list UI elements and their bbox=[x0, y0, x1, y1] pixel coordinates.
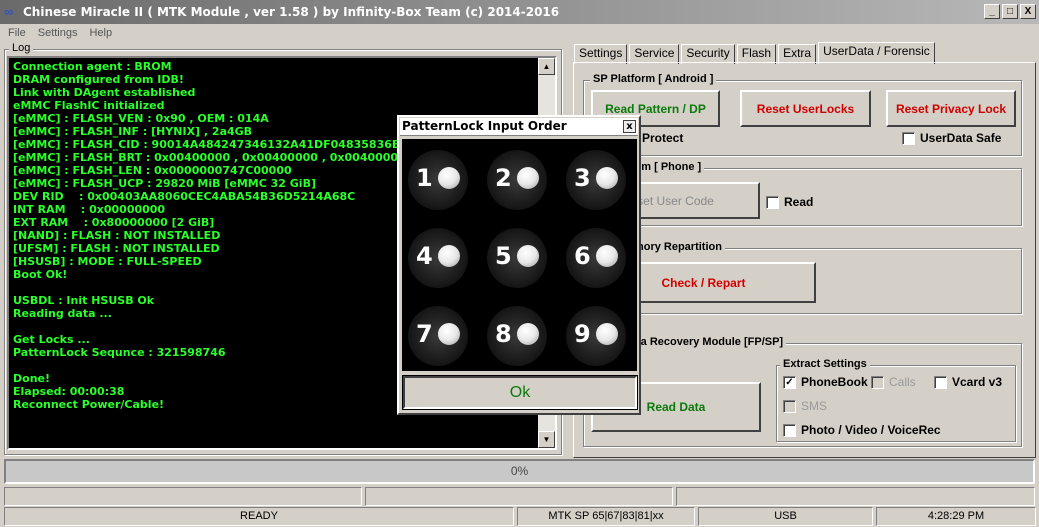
scroll-down-icon[interactable]: ▼ bbox=[538, 431, 555, 448]
pattern-node-4[interactable]: 4 bbox=[408, 228, 468, 288]
tab-service[interactable]: Service bbox=[629, 44, 680, 64]
sp-phone-label: rm [ Phone ] bbox=[634, 161, 705, 173]
tab-extra[interactable]: Extra bbox=[778, 44, 817, 64]
recovery-label: ta Recovery Module [FP/SP] bbox=[634, 336, 787, 348]
menu-help[interactable]: Help bbox=[89, 27, 112, 39]
vcard-checkbox[interactable]: Vcard v3 bbox=[934, 375, 1002, 389]
pattern-node-7[interactable]: 7 bbox=[408, 306, 468, 366]
pattern-grid: 1 2 3 4 5 6 7 8 9 bbox=[402, 139, 637, 371]
close-button[interactable]: X bbox=[1020, 4, 1036, 19]
menu-settings[interactable]: Settings bbox=[38, 27, 78, 39]
dot-icon bbox=[596, 167, 618, 189]
calls-checkbox[interactable]: Calls bbox=[871, 375, 916, 389]
sms-box[interactable] bbox=[783, 399, 796, 413]
info-panel-1 bbox=[4, 487, 362, 506]
pattern-node-2[interactable]: 2 bbox=[487, 150, 547, 210]
pattern-node-1[interactable]: 1 bbox=[408, 150, 468, 210]
minimize-button[interactable]: _ bbox=[984, 4, 1000, 19]
status-platform: MTK SP 65|67|83|81|xx bbox=[517, 507, 695, 526]
protect-label: Protect bbox=[642, 131, 684, 145]
read-box[interactable] bbox=[766, 195, 779, 209]
tab-userdata-forensic[interactable]: UserData / Forensic bbox=[818, 42, 935, 64]
maximize-button[interactable]: □ bbox=[1002, 4, 1018, 19]
phonebook-checkbox[interactable]: ✓ PhoneBook bbox=[783, 375, 868, 389]
userdata-safe-checkbox[interactable]: UserData Safe bbox=[902, 131, 1001, 145]
pattern-node-8[interactable]: 8 bbox=[487, 306, 547, 366]
extract-settings-label: Extract Settings bbox=[780, 358, 870, 370]
dot-icon bbox=[596, 245, 618, 267]
dot-icon bbox=[517, 245, 539, 267]
ok-button[interactable]: Ok bbox=[402, 375, 638, 410]
sp-android-label: SP Platform [ Android ] bbox=[590, 73, 717, 85]
phonebook-box[interactable]: ✓ bbox=[783, 375, 796, 389]
dot-icon bbox=[517, 167, 539, 189]
window-title: Chinese Miracle II ( MTK Module , ver 1.… bbox=[23, 5, 560, 19]
pattern-node-3[interactable]: 3 bbox=[566, 150, 626, 210]
info-panel-2 bbox=[365, 487, 673, 506]
pattern-node-5[interactable]: 5 bbox=[487, 228, 547, 288]
status-time: 4:28:29 PM bbox=[876, 507, 1036, 526]
dot-icon bbox=[517, 323, 539, 345]
title-bar: ∞ Chinese Miracle II ( MTK Module , ver … bbox=[0, 0, 1039, 24]
tab-flash[interactable]: Flash bbox=[736, 44, 777, 64]
dialog-title-bar: PatternLock Input Order x bbox=[400, 118, 638, 136]
calls-box[interactable] bbox=[871, 375, 884, 389]
sms-checkbox[interactable]: SMS bbox=[783, 399, 827, 413]
status-ready: READY bbox=[4, 507, 514, 526]
read-checkbox[interactable]: Read bbox=[766, 195, 813, 209]
menu-file[interactable]: File bbox=[8, 27, 26, 39]
status-port: USB bbox=[698, 507, 873, 526]
dialog-title: PatternLock Input Order bbox=[402, 119, 567, 133]
reset-privacy-lock-button[interactable]: Reset Privacy Lock bbox=[886, 90, 1016, 127]
reset-userlocks-button[interactable]: Reset UserLocks bbox=[740, 90, 871, 127]
photo-video-checkbox[interactable]: Photo / Video / VoiceRec bbox=[783, 423, 941, 437]
photo-video-box[interactable] bbox=[783, 423, 796, 437]
menu-bar: File Settings Help bbox=[0, 24, 112, 42]
pattern-node-6[interactable]: 6 bbox=[566, 228, 626, 288]
patternlock-dialog: PatternLock Input Order x 1 2 3 4 5 6 7 … bbox=[397, 115, 641, 415]
dot-icon bbox=[438, 245, 460, 267]
infinity-icon: ∞ bbox=[4, 4, 14, 19]
info-panel-3 bbox=[676, 487, 1035, 506]
log-text: Connection agent : BROM DRAM configured … bbox=[13, 60, 406, 411]
dot-icon bbox=[438, 323, 460, 345]
progress-bar: 0% bbox=[4, 459, 1035, 484]
dot-icon bbox=[438, 167, 460, 189]
dot-icon bbox=[596, 323, 618, 345]
progress-text: 0% bbox=[510, 464, 529, 478]
dialog-close-icon[interactable]: x bbox=[623, 120, 636, 133]
scroll-up-icon[interactable]: ▲ bbox=[538, 58, 555, 75]
userdata-safe-box[interactable] bbox=[902, 131, 915, 145]
tab-strip: Settings Service Security Flash Extra Us… bbox=[574, 42, 937, 64]
pattern-node-9[interactable]: 9 bbox=[566, 306, 626, 366]
tab-security[interactable]: Security bbox=[681, 44, 735, 64]
tab-settings[interactable]: Settings bbox=[574, 44, 628, 64]
vcard-box[interactable] bbox=[934, 375, 947, 389]
repartition-label: nory Repartition bbox=[634, 241, 725, 253]
log-label: Log bbox=[9, 42, 34, 54]
